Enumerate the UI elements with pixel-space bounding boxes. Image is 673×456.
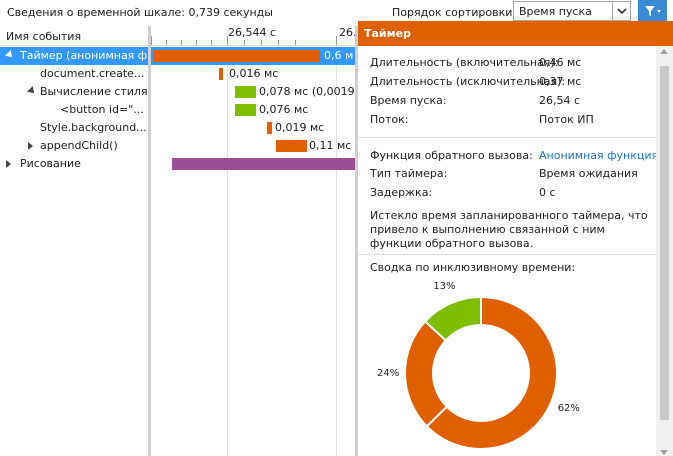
timeline-bar[interactable]	[267, 122, 272, 134]
expanded-triangle-icon[interactable]	[5, 50, 15, 60]
timeline-bar[interactable]	[219, 68, 223, 80]
donut-slice	[404, 320, 449, 428]
prop-key: Длительность (включительная):	[370, 56, 559, 69]
timeline-ruler: 26,544 с 26.	[151, 26, 355, 46]
tree-row[interactable]: document.create...	[0, 65, 148, 83]
tree-row-label: appendChild()	[40, 139, 118, 152]
timeline-bar[interactable]	[235, 86, 256, 98]
chevron-down-icon[interactable]	[612, 2, 630, 20]
details-panel: Таймер Длительность (включительная): 0,4…	[358, 21, 673, 456]
timeline-bar-label: 0,11 мс	[309, 139, 352, 152]
prop-value: 0,46 мс	[539, 56, 582, 69]
ruler-label: 26.	[339, 26, 355, 39]
tree-row[interactable]: Рисование	[0, 155, 148, 173]
timeline-summary: Сведения о временной шкале: 0,739 секунд…	[7, 6, 273, 19]
prop-value: Время ожидания	[539, 167, 638, 180]
timeline-bar-label: 0,078 мс (0,0019...	[259, 85, 355, 98]
sort-order-value: Время пуска	[519, 5, 592, 18]
timeline-bar-label: 0,016 мс	[229, 67, 279, 80]
slice-label: 62%	[557, 403, 580, 415]
collapsed-triangle-icon[interactable]	[28, 142, 33, 150]
ruler-label: 26,544 с	[228, 26, 277, 39]
expanded-triangle-icon[interactable]	[27, 86, 37, 96]
event-description: Истекло время запланированного таймера, …	[370, 209, 648, 250]
tree-row-label: Таймер (анонимная ф...	[20, 49, 148, 62]
prop-value: 26,54 с	[539, 94, 581, 107]
divider	[358, 137, 656, 138]
donut-chart	[404, 295, 558, 450]
details-title: Таймер	[364, 27, 411, 40]
prop-key: Функция обратного вызова:	[370, 149, 533, 162]
collapsed-triangle-icon[interactable]	[6, 160, 11, 168]
tree-row-label: Style.background...	[40, 121, 147, 134]
tree-row[interactable]: Вычисление стиля	[0, 83, 148, 101]
details-title-bar: Таймер	[358, 21, 673, 46]
tree-row-label: <button id="...	[60, 103, 144, 116]
prop-key: Длительность (исключительная):	[370, 75, 566, 88]
timeline-area[interactable]: 0,6 м 0,016 мс 0,078 мс (0,0019... 0,076 мс…	[151, 46, 355, 456]
prop-key: Тип таймера:	[370, 167, 448, 180]
details-scrollbar[interactable]	[656, 46, 673, 456]
tree-row[interactable]: appendChild()	[0, 137, 148, 155]
prop-key: Задержка:	[370, 186, 433, 199]
grid-line	[227, 46, 228, 456]
sort-label: Порядок сортировки:	[392, 6, 517, 19]
tree-row-label: Рисование	[20, 157, 81, 170]
timeline-bar[interactable]	[172, 158, 355, 170]
slice-label: 13%	[433, 280, 456, 292]
timeline-bar-label: 0,6 м	[324, 49, 354, 62]
event-name-column-header[interactable]: Имя события	[0, 26, 148, 46]
column-header-label: Имя события	[6, 30, 82, 43]
filter-button[interactable]	[638, 0, 667, 21]
ruler-tick	[336, 36, 337, 45]
timeline-bar-label: 0,019 мс	[275, 121, 325, 134]
prop-value: 0,37 мс	[539, 75, 582, 88]
timeline-bar[interactable]	[235, 104, 256, 116]
prop-key: Поток:	[370, 113, 409, 126]
prop-value: 0 с	[539, 186, 556, 199]
timeline-bar-label: 0,076 мс	[259, 103, 309, 116]
prop-key: Время пуска:	[370, 94, 447, 107]
timeline-bar[interactable]	[154, 50, 320, 62]
timeline-bar[interactable]	[276, 140, 307, 152]
prop-value: Поток ИП	[539, 113, 594, 126]
tree-row-label: document.create...	[40, 67, 145, 80]
scroll-down-icon[interactable]	[660, 450, 668, 455]
tree-row[interactable]: Таймер (анонимная ф...	[0, 47, 148, 65]
inclusive-summary-title: Сводка по инклюзивному времени:	[370, 261, 576, 274]
callback-function-link[interactable]: Анонимная функция	[539, 149, 658, 162]
tree-row-label: Вычисление стиля	[40, 85, 148, 98]
tree-row[interactable]: <button id="...	[0, 101, 148, 119]
inclusive-time-chart: 62% 24% 13%	[358, 275, 656, 456]
slice-label: 24%	[377, 368, 400, 380]
ruler-tick	[151, 36, 152, 45]
tree-row[interactable]: Style.background...	[0, 119, 148, 137]
sort-order-select[interactable]: Время пуска	[513, 1, 631, 21]
divider	[358, 254, 656, 255]
scroll-up-icon[interactable]	[660, 49, 668, 54]
filter-icon	[644, 5, 661, 16]
scroll-thumb[interactable]	[660, 66, 669, 420]
grid-line	[336, 46, 337, 456]
